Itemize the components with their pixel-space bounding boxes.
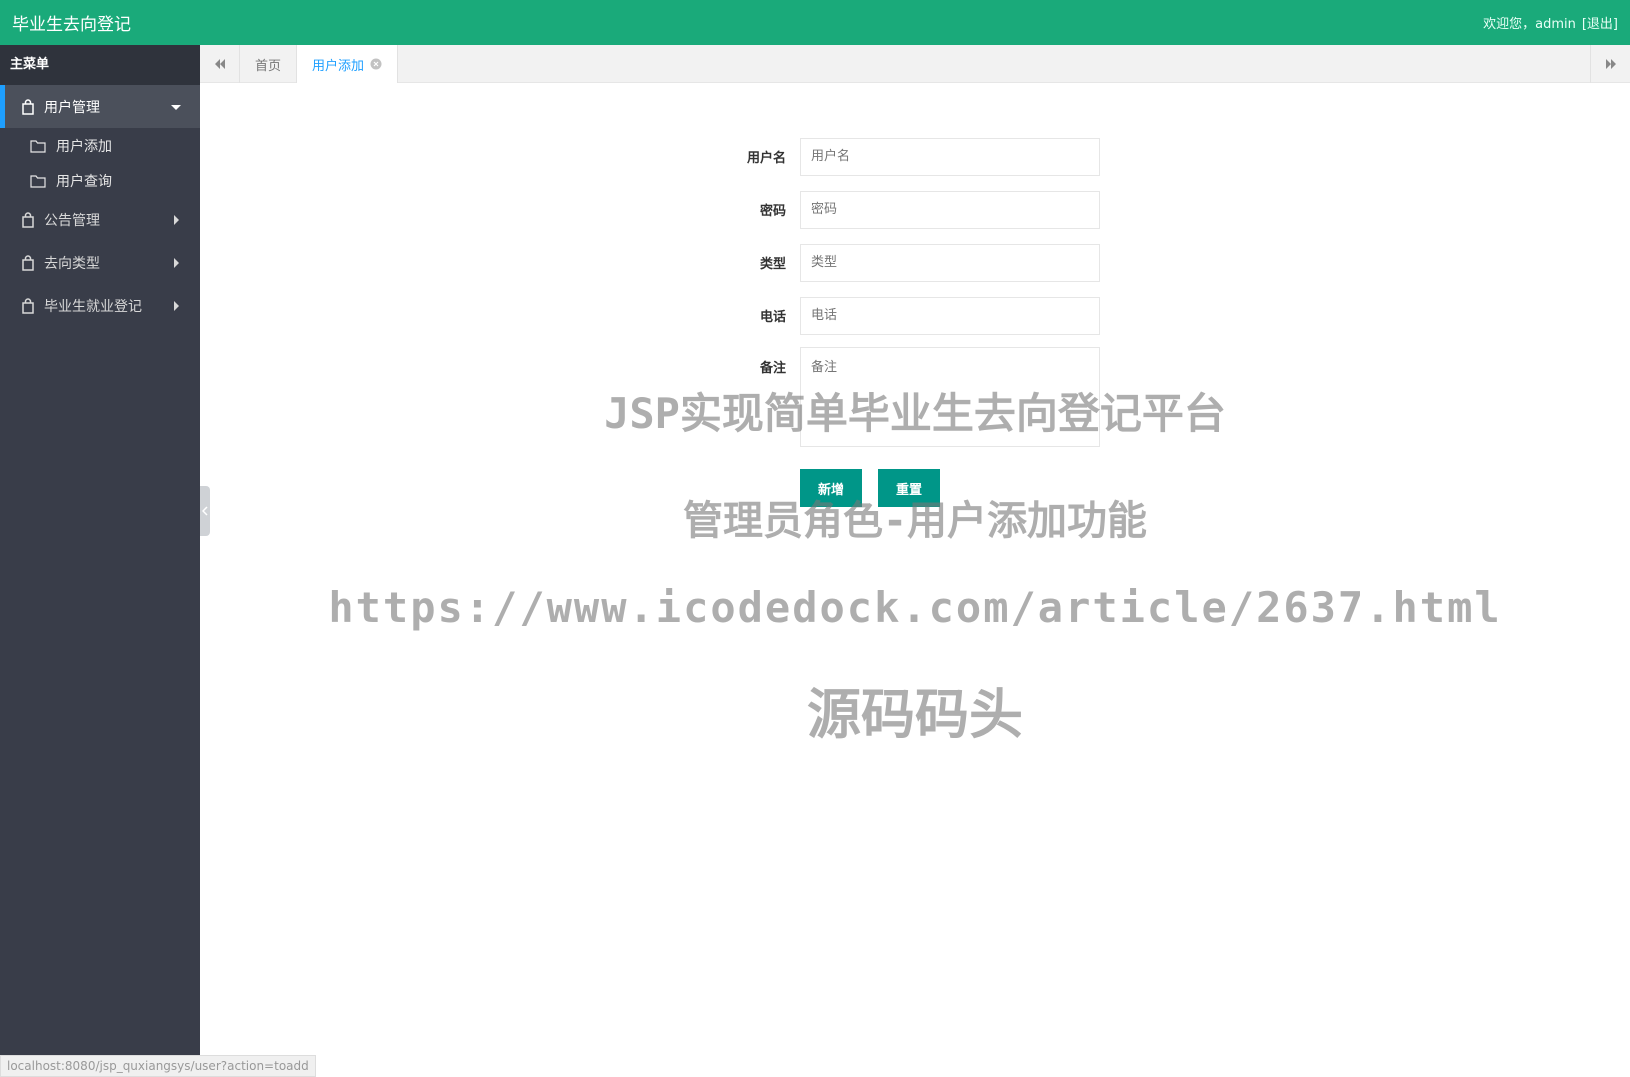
password-input[interactable] xyxy=(800,190,1100,229)
tab-home[interactable]: 首页 xyxy=(240,45,298,83)
form-row-remark: 备注 xyxy=(700,342,1120,457)
chevron-left-icon xyxy=(202,506,208,516)
watermark-url: https://www.icodedock.com/article/2637.h… xyxy=(328,583,1502,632)
form-row-password: 密码 xyxy=(700,183,1120,236)
add-button[interactable]: 新增 xyxy=(800,469,863,507)
form-actions: 新增 重置 xyxy=(800,469,1120,507)
tab-scroll-left-button[interactable] xyxy=(200,45,240,83)
tab-list: 首页 用户添加 xyxy=(240,45,399,83)
close-icon[interactable] xyxy=(370,58,382,70)
form-row-username: 用户名 xyxy=(700,130,1120,183)
sidebar-item-label: 用户查询 xyxy=(56,173,112,190)
top-header: 毕业生去向登记 欢迎您，admin [退出] xyxy=(0,0,1630,45)
caret-right-icon xyxy=(170,300,182,312)
sidebar-item-user-add[interactable]: 用户添加 xyxy=(0,128,200,163)
remark-textarea[interactable] xyxy=(800,347,1100,447)
welcome-text: 欢迎您，admin xyxy=(1483,17,1576,32)
username-input[interactable] xyxy=(800,137,1100,176)
form-row-type: 类型 xyxy=(700,236,1120,289)
caret-right-icon xyxy=(170,214,182,226)
double-arrow-left-icon xyxy=(214,59,225,69)
sidebar-item-user-query[interactable]: 用户查询 xyxy=(0,163,200,198)
folder-icon xyxy=(30,139,46,153)
type-label: 类型 xyxy=(759,257,786,272)
sidebar-group-user-management[interactable]: 用户管理 xyxy=(0,85,200,128)
user-info: 欢迎您，admin [退出] xyxy=(1483,13,1618,32)
caret-down-icon xyxy=(170,101,182,113)
bag-icon xyxy=(20,297,36,314)
sidebar-group-notice-management[interactable]: 公告管理 xyxy=(0,198,200,241)
sidebar-group-graduate-registration[interactable]: 毕业生就业登记 xyxy=(0,284,200,327)
reset-button[interactable]: 重置 xyxy=(878,469,941,507)
sidebar-group-label: 用户管理 xyxy=(44,99,100,116)
bag-icon xyxy=(20,211,36,228)
type-input[interactable] xyxy=(800,243,1100,282)
form-row-phone: 电话 xyxy=(700,289,1120,342)
sidebar: 主菜单 用户管理 用户添加 用户查询 公告管理 去向类型 毕业生就业登记 xyxy=(0,45,200,1077)
sidebar-group-label: 毕业生就业登记 xyxy=(44,298,142,315)
bag-icon xyxy=(20,98,36,115)
bag-icon xyxy=(20,254,36,271)
sidebar-group-destination-type[interactable]: 去向类型 xyxy=(0,241,200,284)
double-arrow-right-icon xyxy=(1605,59,1616,69)
sidebar-group-label: 公告管理 xyxy=(44,212,100,229)
password-label: 密码 xyxy=(759,204,786,219)
sidebar-title: 主菜单 xyxy=(0,45,200,85)
remark-label: 备注 xyxy=(759,361,786,376)
sidebar-item-label: 用户添加 xyxy=(56,138,112,155)
username-label: 用户名 xyxy=(746,151,786,166)
logout-link[interactable]: [退出] xyxy=(1582,13,1618,32)
sidebar-collapse-handle[interactable] xyxy=(200,486,210,536)
folder-icon xyxy=(30,174,46,188)
caret-right-icon xyxy=(170,257,182,269)
user-add-form: 用户名 密码 类型 电话 备注 新增 重置 xyxy=(700,130,1120,507)
tab-bar: 首页 用户添加 xyxy=(200,45,1630,83)
app-title: 毕业生去向登记 xyxy=(12,15,131,35)
phone-label: 电话 xyxy=(759,310,786,325)
tab-user-add[interactable]: 用户添加 xyxy=(297,45,399,83)
tab-label: 用户添加 xyxy=(312,58,365,74)
tab-label: 首页 xyxy=(255,58,282,74)
sidebar-group-label: 去向类型 xyxy=(44,255,100,272)
phone-input[interactable] xyxy=(800,296,1100,335)
tab-scroll-right-button[interactable] xyxy=(1590,45,1630,83)
watermark-brand: 源码码头 xyxy=(807,683,1023,746)
browser-status-url: localhost:8080/jsp_quxiangsys/user?actio… xyxy=(0,1055,316,1077)
